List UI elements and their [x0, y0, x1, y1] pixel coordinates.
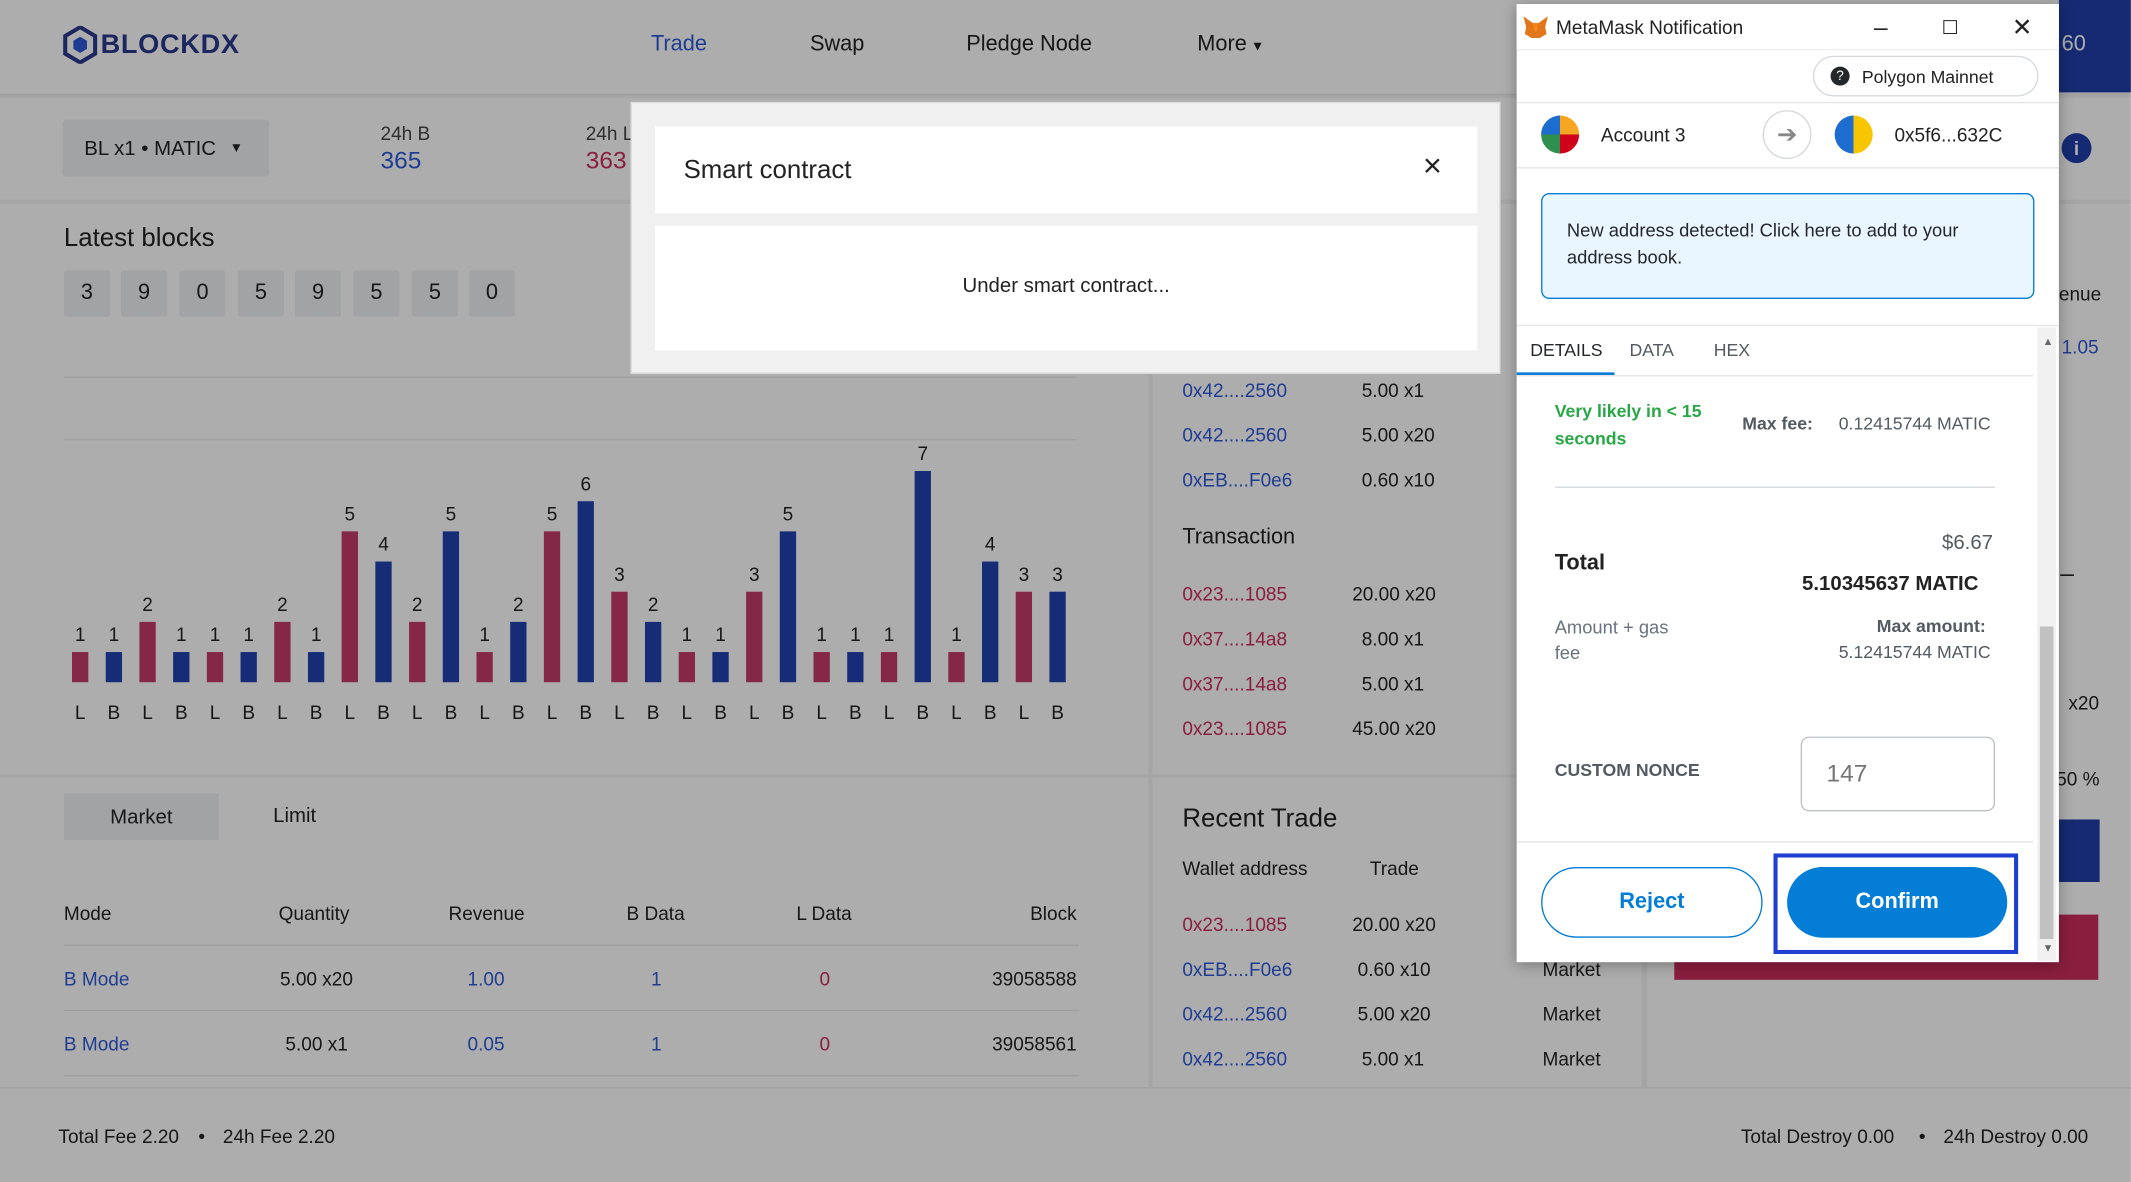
network-selector[interactable]: ? Polygon Mainnet [1812, 55, 2039, 97]
divider [1554, 486, 1996, 488]
reject-button[interactable]: Reject [1541, 867, 1763, 938]
from-account[interactable]: Account 3 [1601, 124, 1686, 146]
to-address[interactable]: 0x5f6...632C [1894, 124, 2002, 146]
tab-hex[interactable]: HEX [1714, 340, 1750, 360]
divider [1516, 101, 2059, 104]
metamask-titlebar: MetaMask Notification – ☐ ✕ [1516, 4, 2059, 51]
minimize-icon[interactable]: – [1862, 12, 1900, 42]
scrollbar[interactable]: ▲ ▼ [2037, 327, 2057, 961]
divider [1516, 324, 2059, 327]
scroll-down-icon[interactable]: ▼ [2043, 942, 2054, 954]
max-amount-label: Max amount: [1876, 615, 1986, 637]
arrow-right-icon: ➔ [1762, 110, 1812, 160]
metamask-fox-icon [1523, 16, 1548, 39]
custom-nonce-label: CUSTOM NONCE [1554, 759, 1700, 781]
amount-gas-label: Amount + gas fee [1554, 616, 1669, 664]
modal-title: Smart contract [683, 156, 852, 185]
max-fee-value: 0.12415744 MATIC [1838, 413, 1991, 434]
total-matic: 5.10345637 MATIC [1802, 572, 1979, 596]
tab-details[interactable]: DETAILS [1530, 340, 1602, 360]
scrollbar-thumb[interactable] [2039, 626, 2054, 940]
custom-nonce-input[interactable] [1800, 736, 1996, 812]
total-usd: $6.67 [1942, 531, 1994, 555]
account-avatar [1541, 115, 1580, 154]
divider [1516, 375, 2034, 377]
close-window-icon[interactable]: ✕ [2003, 12, 2041, 42]
modal-body: Under smart contract... [655, 225, 1478, 351]
modal-header: Smart contract × [655, 126, 1478, 214]
confirm-button[interactable]: Confirm [1787, 867, 2008, 938]
recipient-avatar [1834, 115, 1873, 154]
modal-message: Under smart contract... [962, 274, 1170, 298]
window-title: MetaMask Notification [1556, 16, 1744, 39]
new-address-notice[interactable]: New address detected! Click here to add … [1541, 192, 2035, 299]
total-label: Total [1554, 551, 1606, 575]
divider [1516, 167, 2059, 169]
scroll-up-icon[interactable]: ▲ [2043, 336, 2054, 348]
close-icon[interactable]: × [1423, 148, 1442, 186]
gas-estimate-time: Very likely in < 15 seconds [1554, 400, 1702, 449]
divider [1516, 841, 2034, 843]
max-fee-label: Max fee: [1742, 413, 1813, 434]
max-amount-value: 5.12415744 MATIC [1838, 641, 1991, 662]
smart-contract-modal: Smart contract × Under smart contract... [630, 101, 1501, 374]
app-root: BLOCKDX Trade Swap Pledge Node More ▼ 60 … [0, 0, 2131, 1182]
metamask-window: MetaMask Notification – ☐ ✕ ? Polygon Ma… [1516, 4, 2059, 963]
network-name: Polygon Mainnet [1861, 65, 1994, 87]
question-icon: ? [1830, 66, 1850, 86]
maximize-icon[interactable]: ☐ [1931, 12, 1969, 42]
tab-data[interactable]: DATA [1629, 340, 1674, 360]
